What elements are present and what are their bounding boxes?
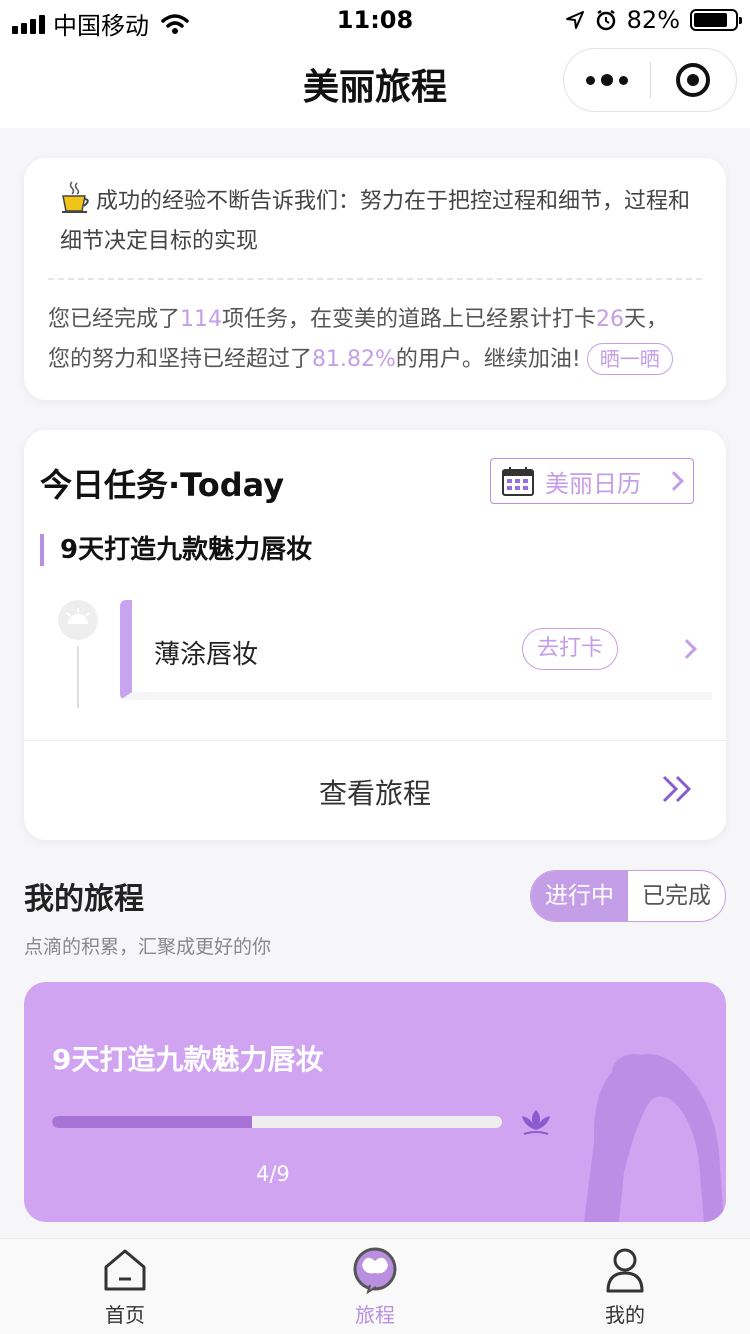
butterfly-icon	[353, 1247, 397, 1295]
journey-progress-bar	[52, 1116, 502, 1128]
sub-task-label: 薄涂唇妆	[154, 640, 259, 670]
achievement-text-part: 天，	[624, 307, 669, 332]
motto: 成功的经验不断告诉我们：努力在于把控过程和细节，过程和细节决定目标的实现	[60, 180, 710, 262]
coffee-cup-icon	[62, 181, 89, 213]
location-arrow-icon	[565, 11, 584, 29]
tab-bar: 首页 旅程 我的	[0, 1238, 750, 1334]
status-bar: 中国移动 11:08 82%	[0, 0, 750, 40]
tab-completed[interactable]: 已完成	[628, 871, 725, 921]
achievement-text-part: 的用户。继续加油!	[395, 347, 581, 372]
dot-icon	[585, 75, 595, 85]
tab-label: 我的	[605, 1303, 645, 1327]
section-subtitle: 点滴的积累，汇聚成更好的你	[24, 936, 272, 958]
view-journey-button[interactable]: 查看旅程	[24, 772, 726, 812]
achievement-text: 您已经完成了114项任务，在变美的道路上已经累计打卡26天， 您的努力和坚持已经…	[48, 300, 718, 380]
percentile: 81.82%	[312, 347, 396, 372]
lotus-icon	[522, 1110, 550, 1135]
battery-percent: 82%	[626, 6, 680, 34]
tab-label: 旅程	[355, 1303, 395, 1327]
today-title: 今日任务·Today	[40, 466, 285, 504]
achievement-text-part: 项任务，在变美的道路上已经累计打卡	[222, 307, 597, 332]
current-task-title: 9天打造九款魅力唇妆	[40, 534, 312, 566]
chevron-right-icon	[677, 639, 697, 659]
day-count: 26	[596, 307, 625, 332]
tab-in-progress[interactable]: 进行中	[531, 871, 628, 921]
tab-home[interactable]: 首页	[0, 1239, 250, 1334]
achievement-text-part: 您的努力和坚持已经超过了	[48, 347, 313, 372]
home-icon	[104, 1249, 146, 1291]
card-divider	[24, 740, 726, 741]
close-button[interactable]	[651, 48, 737, 112]
tab-mine[interactable]: 我的	[500, 1239, 750, 1334]
beauty-calendar-button[interactable]: 美丽日历	[490, 458, 694, 504]
journey-card-title: 9天打造九款魅力唇妆	[52, 1043, 324, 1076]
motto-text: 成功的经验不断告诉我们：努力在于把控过程和细节，过程和细节决定目标的实现	[60, 189, 691, 254]
tab-journey[interactable]: 旅程	[250, 1239, 500, 1334]
chevron-right-icon	[664, 471, 684, 491]
share-button[interactable]: 晒一晒	[586, 343, 673, 375]
motivation-card: 成功的经验不断告诉我们：努力在于把控过程和细节，过程和细节决定目标的实现 您已经…	[24, 158, 726, 400]
calendar-label: 美丽日历	[545, 469, 641, 498]
checkin-button[interactable]: 去打卡	[522, 628, 618, 670]
journey-progress-count: 4/9	[256, 1162, 290, 1186]
nav-bar: 美丽旅程	[0, 40, 750, 128]
calendar-icon	[502, 467, 534, 496]
yoga-silhouette-image	[584, 1054, 724, 1222]
person-icon	[606, 1248, 644, 1293]
battery-icon	[690, 9, 742, 31]
dashed-divider	[48, 278, 702, 280]
mini-program-capsule	[563, 48, 737, 112]
double-chevron-right-icon[interactable]	[660, 774, 700, 804]
dot-icon	[618, 75, 628, 85]
section-title: 我的旅程	[24, 882, 144, 917]
sub-task-row[interactable]: 薄涂唇妆 去打卡	[120, 600, 712, 700]
task-count: 114	[180, 307, 223, 332]
sun-icon	[58, 600, 98, 640]
today-task-card: 今日任务·Today 美丽日历 9天打造九款魅力唇妆 薄涂唇妆 去打卡 查看旅程	[24, 430, 726, 840]
dot-icon	[600, 74, 613, 86]
tab-label: 首页	[105, 1303, 145, 1327]
target-icon	[676, 63, 711, 97]
alarm-icon	[596, 9, 615, 31]
more-button[interactable]	[564, 48, 650, 112]
achievement-text-part: 您已经完成了	[48, 307, 181, 332]
journey-card[interactable]: 9天打造九款魅力唇妆 4/9	[24, 982, 726, 1222]
timeline-line	[77, 646, 79, 708]
status-segmented-control: 进行中 已完成	[530, 870, 726, 922]
